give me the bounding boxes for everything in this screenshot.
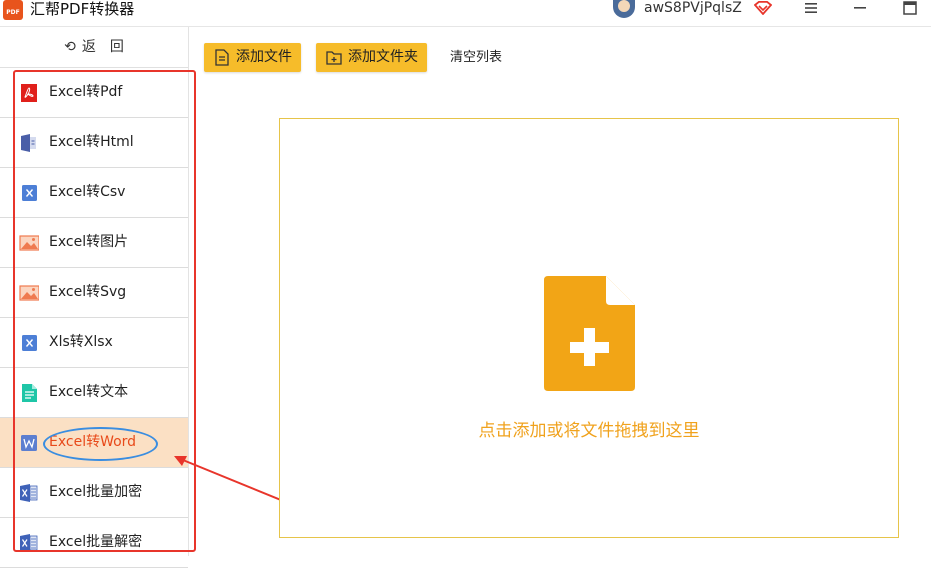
add-folder-button[interactable]: 添加文件夹 bbox=[316, 43, 427, 72]
title-bar: PDF 汇帮PDF转换器 awS8PVjPqlsZ bbox=[0, 0, 931, 27]
back-arrow-icon: ⟲ bbox=[64, 39, 76, 55]
add-document-icon bbox=[544, 276, 635, 391]
add-file-label: 添加文件 bbox=[236, 49, 292, 65]
add-folder-icon bbox=[326, 51, 342, 65]
user-avatar[interactable] bbox=[613, 0, 635, 18]
minimize-icon[interactable] bbox=[852, 1, 868, 15]
add-file-icon bbox=[215, 49, 229, 66]
menu-icon[interactable] bbox=[803, 1, 819, 15]
annotation-ellipse bbox=[43, 427, 158, 461]
file-drop-zone[interactable]: 点击添加或将文件拖拽到这里 bbox=[279, 118, 899, 538]
vip-diamond-icon[interactable] bbox=[754, 1, 772, 15]
avatar-face bbox=[618, 0, 630, 12]
annotation-highlight-box bbox=[13, 70, 196, 552]
drop-hint-text: 点击添加或将文件拖拽到这里 bbox=[478, 421, 700, 441]
maximize-icon[interactable] bbox=[902, 0, 918, 16]
app-title: 汇帮PDF转换器 bbox=[30, 0, 135, 18]
add-file-button[interactable]: 添加文件 bbox=[204, 43, 301, 72]
clear-list-button[interactable]: 清空列表 bbox=[450, 43, 502, 72]
back-button[interactable]: ⟲ 返 回 bbox=[0, 27, 188, 68]
add-folder-label: 添加文件夹 bbox=[348, 49, 418, 65]
back-label: 返 回 bbox=[81, 39, 124, 55]
app-logo: PDF bbox=[3, 0, 23, 20]
username[interactable]: awS8PVjPqlsZ bbox=[644, 0, 742, 17]
